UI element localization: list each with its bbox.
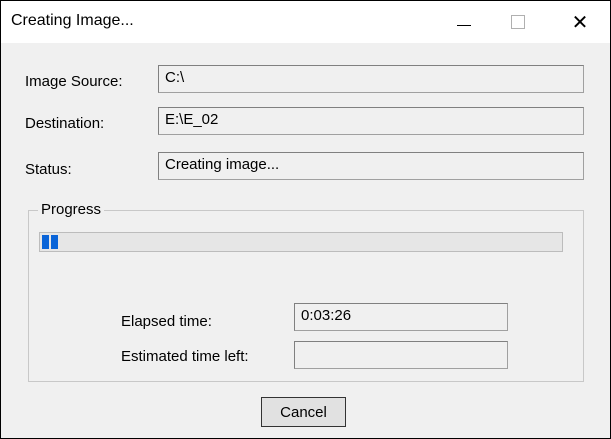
elapsed-time-label: Elapsed time: bbox=[121, 313, 212, 330]
close-icon: ✕ bbox=[571, 11, 589, 34]
estimated-time-left-label: Estimated time left: bbox=[121, 348, 249, 365]
minimize-icon bbox=[457, 24, 471, 26]
elapsed-time-field[interactable]: 0:03:26 bbox=[294, 303, 508, 331]
status-label: Status: bbox=[25, 161, 72, 178]
minimize-button[interactable] bbox=[441, 1, 487, 43]
progress-bar bbox=[39, 232, 563, 252]
status-field[interactable]: Creating image... bbox=[158, 152, 584, 180]
destination-label: Destination: bbox=[25, 115, 105, 132]
estimated-time-left-field[interactable] bbox=[294, 341, 508, 369]
image-source-field[interactable]: C:\ bbox=[158, 65, 584, 93]
maximize-icon bbox=[511, 15, 525, 29]
maximize-button[interactable] bbox=[495, 1, 541, 43]
title-bar[interactable]: Creating Image... ✕ bbox=[1, 1, 610, 43]
progress-group-title: Progress bbox=[38, 201, 105, 218]
close-button[interactable]: ✕ bbox=[557, 1, 603, 43]
cancel-button[interactable]: Cancel bbox=[261, 397, 346, 427]
destination-field[interactable]: E:\E_02 bbox=[158, 107, 584, 135]
progress-bar-fill bbox=[42, 235, 58, 249]
image-source-label: Image Source: bbox=[25, 73, 123, 90]
window-title: Creating Image... bbox=[11, 12, 134, 29]
